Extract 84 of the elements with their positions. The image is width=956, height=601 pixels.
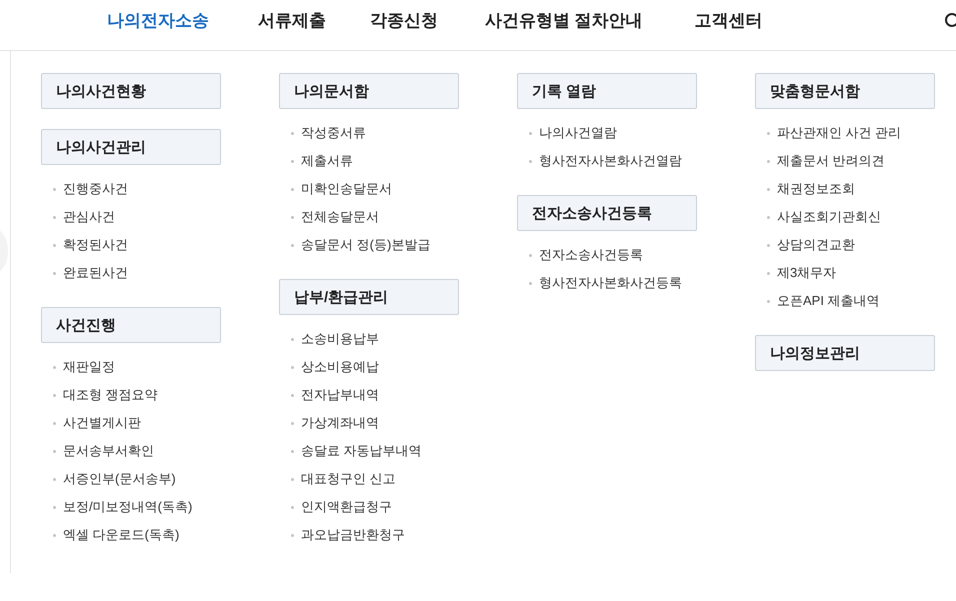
- bullet-icon: [767, 216, 770, 218]
- menu-link[interactable]: 채권정보조회: [777, 180, 855, 198]
- menu-link[interactable]: 파산관재인 사건 관리: [777, 124, 902, 142]
- menu-link[interactable]: 나의사건열람: [539, 124, 617, 142]
- bullet-icon: [291, 132, 294, 134]
- menu-link[interactable]: 관심사건: [63, 208, 115, 226]
- nav-tab[interactable]: 사건유형별 절차안내: [485, 9, 643, 32]
- menu-link[interactable]: 진행중사건: [63, 180, 128, 198]
- menu-link[interactable]: 완료된사건: [63, 264, 128, 282]
- bullet-icon: [53, 272, 56, 274]
- bullet-icon: [53, 366, 56, 368]
- menu-link[interactable]: 송달료 자동납부내역: [301, 442, 422, 460]
- bullet-icon: [53, 422, 56, 424]
- menu-link[interactable]: 제출문서 반려의견: [777, 152, 885, 170]
- section-header[interactable]: 사건진행: [41, 307, 221, 343]
- menu-link[interactable]: 대표청구인 신고: [301, 470, 396, 488]
- menu-link[interactable]: 인지액환급청구: [301, 498, 392, 516]
- section-header[interactable]: 나의사건현황: [41, 73, 221, 109]
- menu-link[interactable]: 형사전자사본화사건등록: [539, 274, 682, 292]
- bullet-icon: [53, 244, 56, 246]
- bullet-icon: [291, 244, 294, 246]
- menu-link[interactable]: 확정된사건: [63, 236, 128, 254]
- menu-link[interactable]: 엑셀 다운로드(독촉): [63, 526, 180, 544]
- menu-link[interactable]: 작성중서류: [301, 124, 366, 142]
- section-header[interactable]: 나의문서함: [279, 73, 459, 109]
- bullet-icon: [767, 188, 770, 190]
- menu-link[interactable]: 과오납금반환청구: [301, 526, 405, 544]
- menu-link[interactable]: 가상계좌내역: [301, 414, 379, 432]
- bullet-icon: [53, 506, 56, 508]
- menu-link[interactable]: 전자납부내역: [301, 386, 379, 404]
- menu-link[interactable]: 대조형 쟁점요약: [63, 386, 158, 404]
- bullet-icon: [291, 422, 294, 424]
- section-header[interactable]: 기록 열람: [517, 73, 697, 109]
- menu-link[interactable]: 형사전자사본화사건열람: [539, 152, 682, 170]
- menu-link[interactable]: 전체송달문서: [301, 208, 379, 226]
- menu-link[interactable]: 사실조회기관회신: [777, 208, 881, 226]
- bullet-icon: [291, 160, 294, 162]
- bullet-icon: [291, 534, 294, 536]
- bullet-icon: [767, 272, 770, 274]
- bullet-icon: [767, 244, 770, 246]
- bullet-icon: [291, 450, 294, 452]
- section-header[interactable]: 전자소송사건등록: [517, 195, 697, 231]
- menu-link[interactable]: 상소비용예납: [301, 358, 379, 376]
- bullet-icon: [291, 216, 294, 218]
- bullet-icon: [53, 188, 56, 190]
- bullet-icon: [529, 254, 532, 256]
- bullet-icon: [291, 394, 294, 396]
- bullet-icon: [767, 300, 770, 302]
- bullet-icon: [291, 188, 294, 190]
- menu-link[interactable]: 제출서류: [301, 152, 353, 170]
- menu-link[interactable]: 오픈API 제출내역: [777, 292, 880, 310]
- menu-link[interactable]: 제3채무자: [777, 264, 836, 282]
- bullet-icon: [53, 394, 56, 396]
- bullet-icon: [767, 160, 770, 162]
- bullet-icon: [529, 132, 532, 134]
- bullet-icon: [529, 282, 532, 284]
- menu-link[interactable]: 전자소송사건등록: [539, 246, 643, 264]
- menu-link[interactable]: 소송비용납부: [301, 330, 379, 348]
- menu-link[interactable]: 사건별게시판: [63, 414, 141, 432]
- section-header[interactable]: 맞춤형문서함: [755, 73, 935, 109]
- menu-link[interactable]: 문서송부서확인: [63, 442, 154, 460]
- menu-link[interactable]: 미확인송달문서: [301, 180, 392, 198]
- bullet-icon: [291, 478, 294, 480]
- bullet-icon: [53, 450, 56, 452]
- nav-tab[interactable]: 나의전자소송: [107, 9, 209, 32]
- bullet-icon: [53, 478, 56, 480]
- bullet-icon: [529, 160, 532, 162]
- section-header[interactable]: 나의정보관리: [755, 335, 935, 371]
- menu-link[interactable]: 송달문서 정(등)본발급: [301, 236, 430, 254]
- bullet-icon: [53, 216, 56, 218]
- nav-tab[interactable]: 고객센터: [694, 9, 763, 32]
- bullet-icon: [291, 506, 294, 508]
- section-header[interactable]: 나의사건관리: [41, 129, 221, 165]
- bullet-icon: [767, 132, 770, 134]
- bullet-icon: [53, 534, 56, 536]
- menu-link[interactable]: 상담의견교환: [777, 236, 855, 254]
- nav-tab[interactable]: 서류제출: [258, 9, 326, 32]
- menu-link[interactable]: 보정/미보정내역(독촉): [63, 498, 192, 516]
- menu-link[interactable]: 재판일정: [63, 358, 115, 376]
- bullet-icon: [291, 338, 294, 340]
- menu-link[interactable]: 서증인부(문서송부): [63, 470, 176, 488]
- section-header[interactable]: 납부/환급관리: [279, 279, 459, 315]
- bullet-icon: [291, 366, 294, 368]
- nav-tab[interactable]: 각종신청: [370, 9, 438, 32]
